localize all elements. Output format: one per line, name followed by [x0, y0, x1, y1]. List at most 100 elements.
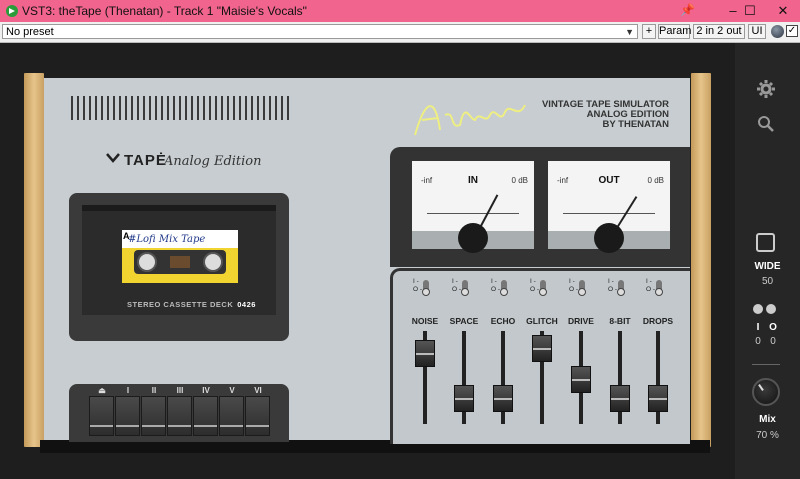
param-button[interactable]: Param: [658, 24, 691, 39]
wide-label: WIDE: [754, 261, 781, 272]
key-label: III: [176, 386, 184, 395]
product-description: VINTAGE TAPE SIMULATOR ANALOG EDITION BY…: [541, 99, 669, 130]
o-label: O: [769, 322, 777, 333]
vent-slot: [227, 96, 229, 120]
window-titlebar: VST3: theTape (Thenatan) - Track 1 "Mais…: [0, 0, 800, 22]
vent-slot: [95, 96, 97, 120]
vent-slot: [125, 96, 127, 120]
in-meter: -inf IN 0 dB: [412, 161, 534, 253]
vent-slot: [113, 96, 115, 120]
eject-key[interactable]: [89, 396, 114, 436]
reel-icon: [137, 252, 157, 272]
fader-label-drops: DROPS: [642, 316, 674, 326]
vent-slot: [173, 96, 175, 120]
sidebar-divider: [752, 364, 780, 365]
toggle-space[interactable]: I -O -: [452, 278, 472, 296]
tape-key-2[interactable]: [141, 396, 166, 436]
mix-value: 70 %: [756, 430, 779, 441]
vent-slot: [275, 96, 277, 120]
wide-value: 50: [761, 276, 774, 287]
window-title: VST3: theTape (Thenatan) - Track 1 "Mais…: [22, 4, 307, 18]
toggle-echo[interactable]: I -O -: [491, 278, 511, 296]
tape-logo-icon: [106, 153, 120, 163]
cassette-tape[interactable]: A #Lofi Mix Tape: [122, 230, 238, 283]
meter-scale: [427, 201, 519, 214]
fader-drops[interactable]: [648, 385, 668, 413]
meter-scale: [563, 201, 655, 214]
vent-slot: [263, 96, 265, 120]
toggle-drops[interactable]: I -O -: [646, 278, 666, 296]
fader-drive[interactable]: [571, 365, 591, 393]
vent-slot: [137, 96, 139, 120]
key-label: I: [126, 386, 130, 395]
search-icon[interactable]: [756, 115, 776, 135]
vent-slot: [83, 96, 85, 120]
fader-space[interactable]: [454, 385, 474, 413]
host-toolbar: No preset ▼ + Param 2 in 2 out UI ✓: [0, 22, 800, 43]
deck-number: 0426: [237, 300, 256, 309]
deck-caption: STEREO CASSETTE DECK 0426: [127, 300, 256, 309]
i-value: 0: [755, 336, 761, 347]
preset-dropdown[interactable]: No preset ▼: [2, 24, 638, 39]
out-meter: -inf OUT 0 dB: [548, 161, 670, 253]
vent-slot: [191, 96, 193, 120]
toggle-8-bit[interactable]: I -O -: [608, 278, 628, 296]
tape-key-4[interactable]: [193, 396, 218, 436]
reel-icon: [203, 252, 223, 272]
tape-label: #Lofi Mix Tape: [128, 234, 206, 245]
preset-value: No preset: [6, 26, 54, 38]
key-label: VI: [254, 386, 262, 395]
vent-slot: [233, 96, 235, 120]
toggle-glitch[interactable]: I -O -: [530, 278, 550, 296]
vent-slot: [281, 96, 283, 120]
vent-slot: [251, 96, 253, 120]
tape-window: [134, 250, 226, 274]
fader-echo[interactable]: [493, 385, 513, 413]
mix-label: Mix: [759, 414, 776, 425]
vent-slot: [287, 96, 289, 120]
fader-noise[interactable]: [415, 339, 435, 367]
fader-label-glitch: GLITCH: [526, 316, 558, 326]
bypass-checkbox[interactable]: ✓: [786, 25, 798, 37]
tape-key-1[interactable]: [115, 396, 140, 436]
vent-slot: [101, 96, 103, 120]
wide-icon[interactable]: [756, 233, 775, 252]
vent-slot: [245, 96, 247, 120]
close-button[interactable]: ✕: [768, 1, 798, 21]
output-gain-knob[interactable]: [766, 304, 776, 314]
vent-slot: [131, 96, 133, 120]
fader-label-drive: DRIVE: [568, 316, 594, 326]
add-preset-button[interactable]: +: [642, 24, 656, 39]
ui-button[interactable]: UI: [748, 24, 766, 39]
tape-key-5[interactable]: [219, 396, 244, 436]
toggle-drive[interactable]: I -O -: [569, 278, 589, 296]
pin-icon[interactable]: 📌: [680, 3, 695, 17]
vent-slot: [179, 96, 181, 120]
mix-knob[interactable]: [752, 378, 780, 406]
vent-grille: [71, 96, 289, 122]
maximize-button[interactable]: ☐: [735, 1, 765, 21]
vent-slot: [185, 96, 187, 120]
wood-side-left: [24, 73, 44, 447]
vent-slot: [239, 96, 241, 120]
out-knob[interactable]: [594, 223, 624, 253]
io-button[interactable]: 2 in 2 out: [693, 24, 745, 39]
eject-label: ⏏: [98, 386, 106, 395]
vent-slot: [89, 96, 91, 120]
fader-label-noise: NOISE: [411, 316, 439, 326]
astronommy-signature: [414, 104, 526, 136]
vent-slot: [221, 96, 223, 120]
tape-key-3[interactable]: [167, 396, 192, 436]
tape-key-6[interactable]: [245, 396, 270, 436]
gear-icon[interactable]: [756, 80, 776, 100]
input-gain-knob[interactable]: [753, 304, 763, 314]
toggle-noise[interactable]: I -O -: [413, 278, 433, 296]
vent-slot: [215, 96, 217, 120]
in-knob[interactable]: [458, 223, 488, 253]
key-label: V: [229, 386, 235, 395]
fader-glitch[interactable]: [532, 335, 552, 363]
app-icon: [6, 5, 18, 17]
fader-8-bit[interactable]: [610, 385, 630, 413]
wet-knob-icon[interactable]: [771, 25, 784, 38]
brand-edition: Analog Edition: [164, 154, 262, 169]
